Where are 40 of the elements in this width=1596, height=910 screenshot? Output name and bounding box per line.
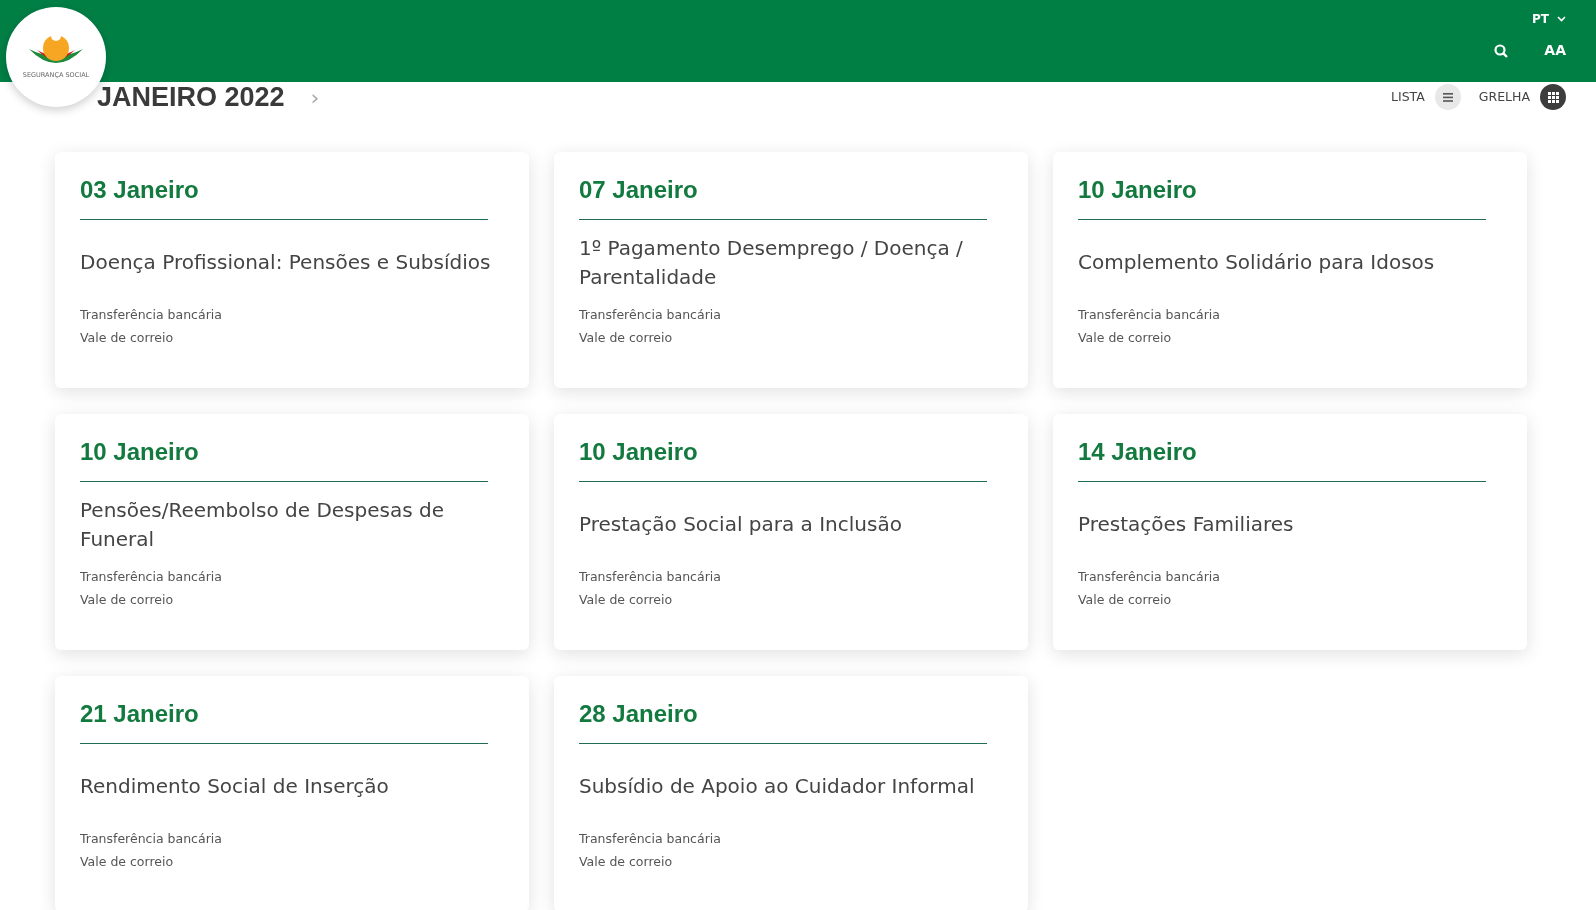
payment-method: Vale de correio (579, 852, 674, 871)
payment-method: Vale de correio (80, 590, 175, 609)
payment-title: Rendimento Social de Inserção (80, 773, 389, 801)
payment-title: Pensões/Reembolso de Despesas de Funeral (80, 496, 445, 553)
payment-title: Subsídio de Apoio ao Cuidador Informal (579, 773, 975, 801)
payment-method: Vale de correio (80, 852, 175, 871)
list-icon (1442, 92, 1453, 102)
payment-method: Transferência bancária (1078, 305, 1221, 324)
payment-title: Complemento Solidário para Idosos (1078, 249, 1435, 277)
payment-date: 21 Janeiro (80, 700, 488, 744)
language-selector[interactable]: PT (1532, 10, 1566, 28)
payment-date: 03 Janeiro (80, 176, 488, 220)
payment-method: Vale de correio (579, 590, 674, 609)
payment-title: Prestações Familiares (1078, 511, 1294, 539)
chevron-down-icon (1557, 16, 1566, 22)
payment-title: Prestação Social para a Inclusão (579, 511, 902, 539)
grid-view-button[interactable]: GRELHA (1478, 84, 1566, 110)
payment-method: Transferência bancária (80, 305, 223, 324)
payment-method: Transferência bancária (80, 829, 223, 848)
list-view-button[interactable]: LISTA (1391, 84, 1461, 110)
payment-method: Vale de correio (80, 328, 175, 347)
payment-date: 10 Janeiro (579, 438, 987, 482)
payment-date: 14 Janeiro (1078, 438, 1486, 482)
payment-method: Vale de correio (1078, 328, 1173, 347)
payment-date: 10 Janeiro (80, 438, 488, 482)
payment-method: Vale de correio (579, 328, 674, 347)
payment-method: Transferência bancária (579, 567, 722, 586)
payment-method: Transferência bancária (579, 305, 722, 324)
grid-icon (1547, 91, 1559, 103)
payment-title: 1º Pagamento Desemprego / Doença / Parentalidade (579, 234, 964, 291)
payment-method: Vale de correio (1078, 590, 1173, 609)
payment-date: 28 Janeiro (579, 700, 987, 744)
payment-date: 07 Janeiro (579, 176, 987, 220)
font-size-button[interactable]: AA (1544, 40, 1566, 61)
search-icon[interactable] (1494, 43, 1509, 58)
payment-method: Transferência bancária (1078, 567, 1221, 586)
payment-date: 10 Janeiro (1078, 176, 1486, 220)
payment-title: Doença Profissional: Pensões e Subsídios (80, 249, 491, 277)
payment-method: Transferência bancária (579, 829, 722, 848)
payment-method: Transferência bancária (80, 567, 223, 586)
